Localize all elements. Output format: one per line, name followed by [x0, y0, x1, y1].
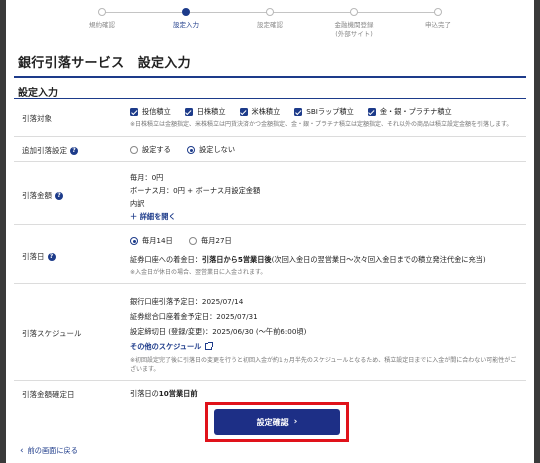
amount-fixed-label: 引落金額確定日	[22, 390, 75, 399]
row-additional: 追加引落設定? 設定する 設定しない	[14, 137, 526, 162]
deposit-date-prefix: 証券口座への着金日：	[130, 255, 202, 264]
chevron-right-icon: ›	[293, 417, 298, 427]
amount-fixed-value: 引落日の10営業日前	[130, 389, 520, 399]
page-frame: 規約確認 設定入力 設定確認 金融機関登録 (外部サイト) 申込完了 銀行引落サ…	[6, 0, 534, 463]
bank-withdrawal-date: 銀行口座引落予定日：2025/07/14	[130, 297, 244, 306]
target-value: 投信積立 日株積立 米株積立 SBIラップ積立 金・銀・プラチナ積立 ※日株積立…	[130, 107, 520, 129]
amount-fixed-prefix: 引落日の	[130, 389, 159, 398]
date-options: 毎月14日 毎月27日	[130, 236, 520, 247]
deposit-date-text: 証券口座への着金日：引落日から5営業日後(次回入金日の翌営業日〜次々回入金日まで…	[130, 255, 520, 265]
row-target: 引落対象 投信積立 日株積立 米株積立 SBIラップ積立 金・銀・プラチナ積立 …	[14, 99, 526, 137]
schedule-value: 銀行口座引落予定日：2025/07/14 証券総合口座着金予定日：2025/07…	[130, 294, 520, 374]
radio-label: 設定する	[142, 145, 171, 154]
checkbox-investment-trust[interactable]: 投信積立	[130, 107, 171, 117]
radio-date-14[interactable]: 毎月14日	[130, 236, 173, 246]
help-icon[interactable]: ?	[47, 252, 56, 261]
radio-date-27[interactable]: 毎月27日	[189, 236, 232, 246]
checkbox-checked-icon	[367, 108, 376, 116]
schedule-label: 引落スケジュール	[22, 329, 82, 338]
progress-steps: 規約確認 設定入力 設定確認 金融機関登録 (外部サイト) 申込完了	[6, 0, 534, 44]
checkbox-label: SBIラップ積立	[306, 107, 354, 116]
checkbox-precious-metals[interactable]: 金・銀・プラチナ積立	[367, 107, 452, 117]
radio-additional-on[interactable]: 設定する	[130, 145, 171, 155]
radio-icon	[189, 237, 198, 245]
additional-label-text: 追加引落設定	[22, 146, 67, 155]
help-icon[interactable]: ?	[70, 146, 78, 155]
title-divider	[14, 76, 526, 78]
step-label: 設定入力	[173, 21, 199, 29]
step-label: 設定確認	[257, 21, 283, 29]
date-label: 引落日?	[22, 251, 56, 262]
chevron-left-icon: ‹	[20, 446, 24, 456]
row-schedule: 引落スケジュール 銀行口座引落予定日：2025/07/14 証券総合口座着金予定…	[14, 284, 526, 381]
radio-label: 毎月27日	[201, 236, 232, 245]
external-link-icon	[205, 342, 214, 350]
amount-fixed-bold: 10営業日前	[158, 389, 198, 398]
step-dot	[434, 8, 442, 16]
step-label: 申込完了	[425, 21, 451, 29]
row-amount: 引落金額? 毎月：0円 ボーナス月：0円 + ボーナス月設定金額 内訳 ＋ 詳細…	[14, 162, 526, 225]
additional-value: 設定する 設定しない	[130, 145, 520, 156]
checkbox-checked-icon	[184, 108, 193, 116]
target-label: 引落対象	[22, 114, 52, 123]
back-link-text: 前の画面に戻る	[27, 446, 78, 455]
checkbox-us-stock[interactable]: 米株積立	[239, 107, 281, 117]
amount-value: 毎月：0円 ボーナス月：0円 + ボーナス月設定金額 内訳 ＋ 詳細を開く	[130, 171, 520, 223]
row-amount-fixed: 引落金額確定日 引落日の10営業日前	[14, 381, 526, 401]
help-icon[interactable]: ?	[55, 191, 63, 200]
radio-selected-icon	[187, 146, 196, 154]
other-schedule-text: その他のスケジュール	[130, 342, 202, 351]
other-schedule-link[interactable]: その他のスケジュール	[130, 339, 214, 354]
step-terms: 規約確認	[62, 8, 142, 30]
step-dot	[98, 8, 106, 16]
setting-deadline: 設定締切日 (登録/変更)：2025/06/30 (〜午前6:00頃)	[130, 327, 307, 336]
amount-bonus: ボーナス月：0円 + ボーナス月設定金額	[130, 186, 261, 195]
section-title: 設定入力	[18, 88, 58, 99]
page-title: 銀行引落サービス 設定入力	[18, 56, 191, 71]
target-note: ※日株積立は金額指定、米株積立は円貨決済かつ金額指定、金・銀・プラチナ積立は定額…	[130, 121, 513, 128]
confirm-button-label: 設定確認	[256, 417, 289, 427]
checkbox-checked-icon	[130, 108, 138, 116]
radio-additional-off[interactable]: 設定しない	[187, 145, 235, 155]
checkbox-label: 投信積立	[142, 107, 171, 116]
step-dot	[350, 8, 358, 16]
step-label: 金融機関登録 (外部サイト)	[334, 21, 374, 38]
checkbox-sbi-wrap[interactable]: SBIラップ積立	[294, 107, 354, 117]
checkbox-jp-stock[interactable]: 日株積立	[184, 107, 226, 117]
schedule-note: ※初回設定完了後に引落日の変更を行うと初回入金が約1ヵ月半先のスケジュールとなる…	[130, 357, 517, 373]
step-confirm: 設定確認	[230, 8, 310, 30]
step-dot	[266, 8, 274, 16]
step-complete: 申込完了	[398, 8, 478, 30]
open-details-link[interactable]: ＋ 詳細を開く	[130, 210, 176, 223]
back-link[interactable]: ‹ 前の画面に戻る	[20, 446, 78, 456]
checkbox-label: 日株積立	[196, 107, 226, 116]
radio-icon	[130, 146, 138, 154]
additional-label: 追加引落設定?	[22, 145, 78, 156]
step-label: 規約確認	[89, 21, 115, 29]
checkbox-label: 米株積立	[251, 107, 281, 116]
step-dot-active	[182, 8, 190, 16]
row-date: 引落日? 毎月14日 毎月27日 証券口座への着金日：引落日から5営業日後(次回…	[14, 225, 526, 284]
checkbox-checked-icon	[239, 108, 248, 116]
amount-monthly: 毎月：0円	[130, 173, 164, 182]
amount-breakdown-label: 内訳	[130, 199, 145, 208]
date-note: ※入金日が休日の場合、翌営業日に入金されます。	[130, 269, 267, 276]
deposit-date-suffix: (次回入金日の翌営業日〜次々回入金日までの積立発注代金に充当)	[271, 255, 486, 264]
checkbox-label: 金・銀・プラチナ積立	[379, 107, 452, 116]
step-bank-registration: 金融機関登録 (外部サイト)	[314, 8, 394, 38]
amount-label-text: 引落金額	[22, 191, 52, 200]
checkbox-checked-icon	[294, 108, 303, 116]
date-label-text: 引落日	[22, 252, 45, 261]
amount-label: 引落金額?	[22, 190, 63, 201]
radio-label: 設定しない	[199, 145, 236, 154]
confirm-settings-button[interactable]: 設定確認 ›	[214, 409, 340, 435]
securities-deposit-date: 証券総合口座着金予定日：2025/07/31	[130, 312, 258, 321]
step-input: 設定入力	[146, 8, 226, 30]
radio-label: 毎月14日	[142, 236, 173, 245]
deposit-date-bold: 引落日から5営業日後	[201, 255, 272, 264]
date-value: 毎月14日 毎月27日 証券口座への着金日：引落日から5営業日後(次回入金日の翌…	[130, 236, 520, 277]
radio-selected-icon	[130, 237, 138, 245]
